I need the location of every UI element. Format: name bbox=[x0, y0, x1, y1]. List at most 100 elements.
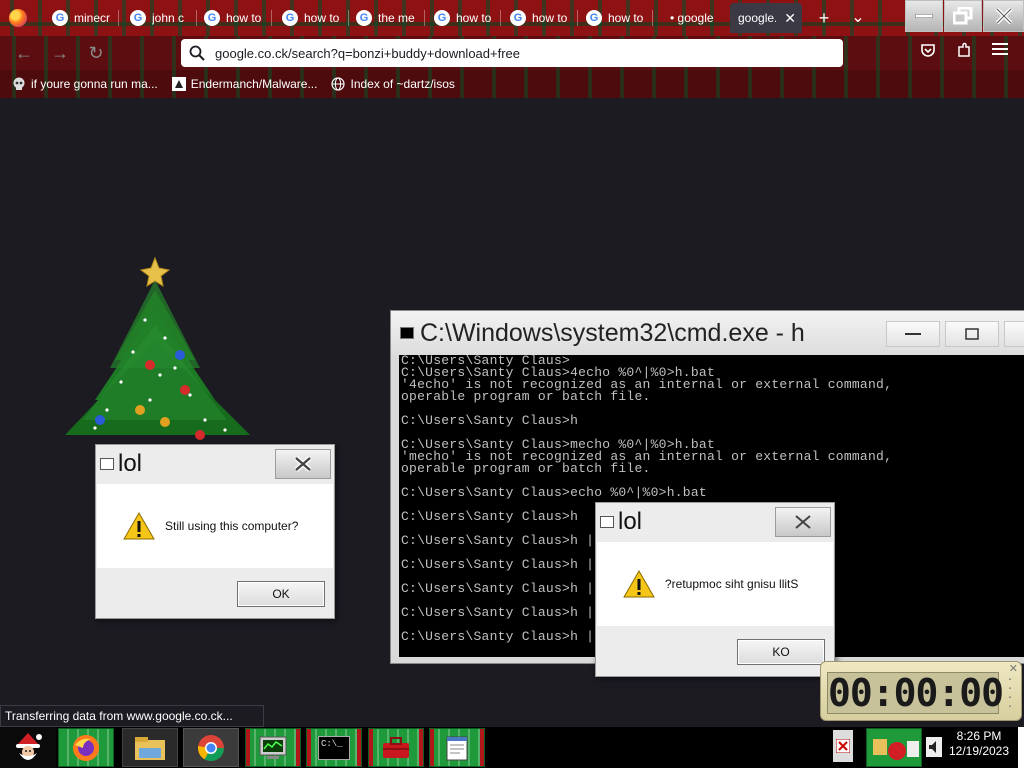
firefox-icon bbox=[73, 734, 99, 761]
file-explorer-icon bbox=[135, 736, 165, 760]
minimize-button[interactable] bbox=[905, 0, 943, 32]
tab-8[interactable]: G how to bbox=[578, 3, 650, 33]
taskbar-task-manager[interactable] bbox=[245, 728, 301, 767]
timer-controls[interactable]: ▪ ▪ ▪ ▪ bbox=[1003, 676, 1017, 712]
reload-icon: ↻ bbox=[88, 43, 104, 63]
address-bar[interactable]: google.co.ck/search?q=bonzi+buddy+downlo… bbox=[181, 39, 843, 67]
cmd-output-line: C:\Users\Santy Claus>echo %0^|%0>h.bat bbox=[401, 485, 707, 500]
reload-button[interactable]: ↻ bbox=[84, 41, 108, 65]
taskbar-firefox[interactable] bbox=[58, 728, 114, 767]
restore-button[interactable] bbox=[944, 0, 982, 32]
system-clock[interactable]: 8:26 PM 12/19/2023 bbox=[944, 729, 1014, 759]
ko-button[interactable]: KO bbox=[737, 639, 825, 665]
tab-9[interactable]: • google bbox=[662, 3, 728, 33]
toolbox-icon bbox=[383, 736, 409, 758]
bookmark-1[interactable]: if youre gonna run ma... bbox=[12, 77, 158, 91]
close-icon bbox=[795, 515, 811, 529]
cmd-maximize-button[interactable] bbox=[945, 321, 999, 347]
tab-6[interactable]: G how to bbox=[426, 3, 498, 33]
notepad-icon bbox=[446, 736, 468, 760]
maximize-icon bbox=[965, 328, 979, 340]
lol-dialog-2[interactable]: lol ?retupmoc siht gnisu llitS KO bbox=[595, 502, 835, 677]
tab-3[interactable]: G how to bbox=[196, 3, 268, 33]
tray-apps-icon bbox=[873, 739, 919, 760]
restore-icon bbox=[953, 7, 973, 25]
cmd-minimize-button[interactable] bbox=[886, 321, 940, 347]
extensions-icon[interactable] bbox=[953, 42, 975, 62]
google-icon: G bbox=[52, 10, 68, 26]
countdown-timer-widget[interactable]: 00:00:00 ✕ ▪ ▪ ▪ ▪ bbox=[820, 661, 1022, 721]
tab-1[interactable]: G minecr bbox=[44, 3, 116, 33]
timer-close-icon[interactable]: ✕ bbox=[1009, 662, 1018, 675]
warning-icon bbox=[623, 570, 655, 598]
tab-10-active[interactable]: google. ✕ bbox=[730, 3, 802, 33]
close-window-button[interactable] bbox=[983, 0, 1024, 32]
taskbar: C:\_ 8:26 PM 12/19/2023 bbox=[0, 727, 1024, 768]
window-icon bbox=[600, 516, 614, 528]
taskbar-cmd[interactable]: C:\_ bbox=[306, 728, 362, 767]
bookmark-3[interactable]: Index of ~dartz/isos bbox=[331, 77, 455, 91]
google-icon: G bbox=[204, 10, 220, 26]
tray-icons-group[interactable] bbox=[866, 728, 922, 767]
close-icon bbox=[995, 7, 1012, 25]
google-icon: G bbox=[282, 10, 298, 26]
santa-start-icon bbox=[16, 732, 42, 760]
cmd-close-button[interactable] bbox=[1004, 321, 1024, 347]
back-button[interactable]: ← bbox=[12, 41, 36, 65]
minimize-icon bbox=[915, 14, 933, 18]
dialog-close-button[interactable] bbox=[275, 449, 331, 479]
chrome-icon bbox=[197, 734, 225, 761]
tab-5[interactable]: G the me bbox=[348, 3, 422, 33]
cmd-output-line: C:\Users\Santy Claus>h bbox=[401, 413, 579, 428]
globe-icon bbox=[331, 77, 346, 91]
taskbar-chrome[interactable] bbox=[183, 728, 239, 767]
tab-2[interactable]: G john c bbox=[122, 3, 194, 33]
clock-time: 8:26 PM bbox=[956, 729, 1002, 743]
lol-dialog-1[interactable]: lol Still using this computer? OK bbox=[95, 444, 335, 619]
cmd-icon bbox=[400, 327, 414, 339]
dialog-body: ?retupmoc siht gnisu llitS bbox=[597, 542, 833, 626]
ok-button[interactable]: OK bbox=[237, 581, 325, 607]
tab-4[interactable]: G how to bbox=[274, 3, 346, 33]
hamburger-menu-icon[interactable] bbox=[989, 42, 1011, 60]
close-icon bbox=[294, 456, 312, 472]
bookmark-2[interactable]: Endermanch/Malware... bbox=[171, 77, 317, 91]
new-tab-button[interactable]: + bbox=[812, 6, 836, 30]
show-desktop-button[interactable] bbox=[1018, 727, 1024, 768]
bookmarks-toolbar: if youre gonna run ma... Endermanch/Malw… bbox=[0, 70, 1024, 98]
taskbar-toolbox[interactable] bbox=[368, 728, 424, 767]
dialog-close-button[interactable] bbox=[775, 507, 831, 537]
tab-7[interactable]: G how to bbox=[502, 3, 574, 33]
google-icon: G bbox=[510, 10, 526, 26]
volume-icon[interactable] bbox=[926, 737, 942, 757]
dialog-body: Still using this computer? bbox=[97, 484, 333, 568]
timer-display: 00:00:00 bbox=[827, 671, 1004, 715]
github-icon bbox=[171, 77, 186, 91]
list-tabs-button[interactable]: ⌄ bbox=[846, 6, 870, 30]
warning-icon bbox=[123, 512, 155, 540]
taskbar-file-explorer[interactable] bbox=[122, 728, 178, 767]
dialog-message: ?retupmoc siht gnisu llitS bbox=[665, 577, 799, 591]
cmd-output-line: operable program or batch file. bbox=[401, 389, 651, 404]
google-icon: G bbox=[356, 10, 372, 26]
browser-status-text: Transferring data from www.google.co.ck.… bbox=[0, 705, 264, 727]
skull-icon bbox=[13, 77, 25, 90]
google-icon: G bbox=[130, 10, 146, 26]
dialog-title: lol bbox=[118, 450, 143, 477]
google-icon: G bbox=[434, 10, 450, 26]
taskbar-notepad[interactable] bbox=[429, 728, 485, 767]
back-arrow-icon: ← bbox=[15, 43, 33, 63]
pocket-icon[interactable] bbox=[917, 42, 939, 62]
minimize-icon bbox=[905, 333, 921, 335]
url-text: google.co.ck/search?q=bonzi+buddy+downlo… bbox=[215, 45, 521, 61]
task-manager-icon bbox=[259, 736, 287, 759]
browser-nav-bar: ← → ↻ google.co.ck/search?q=bonzi+buddy+… bbox=[0, 36, 1024, 70]
close-tab-icon[interactable]: ✕ bbox=[784, 10, 796, 27]
firefox-menu-icon[interactable] bbox=[9, 9, 27, 27]
forward-button[interactable]: → bbox=[48, 41, 72, 65]
tray-icon-close[interactable] bbox=[833, 730, 853, 762]
dialog-message: Still using this computer? bbox=[165, 519, 299, 533]
window-icon bbox=[100, 458, 114, 470]
red-x-icon bbox=[836, 739, 850, 753]
start-button[interactable] bbox=[0, 727, 56, 768]
